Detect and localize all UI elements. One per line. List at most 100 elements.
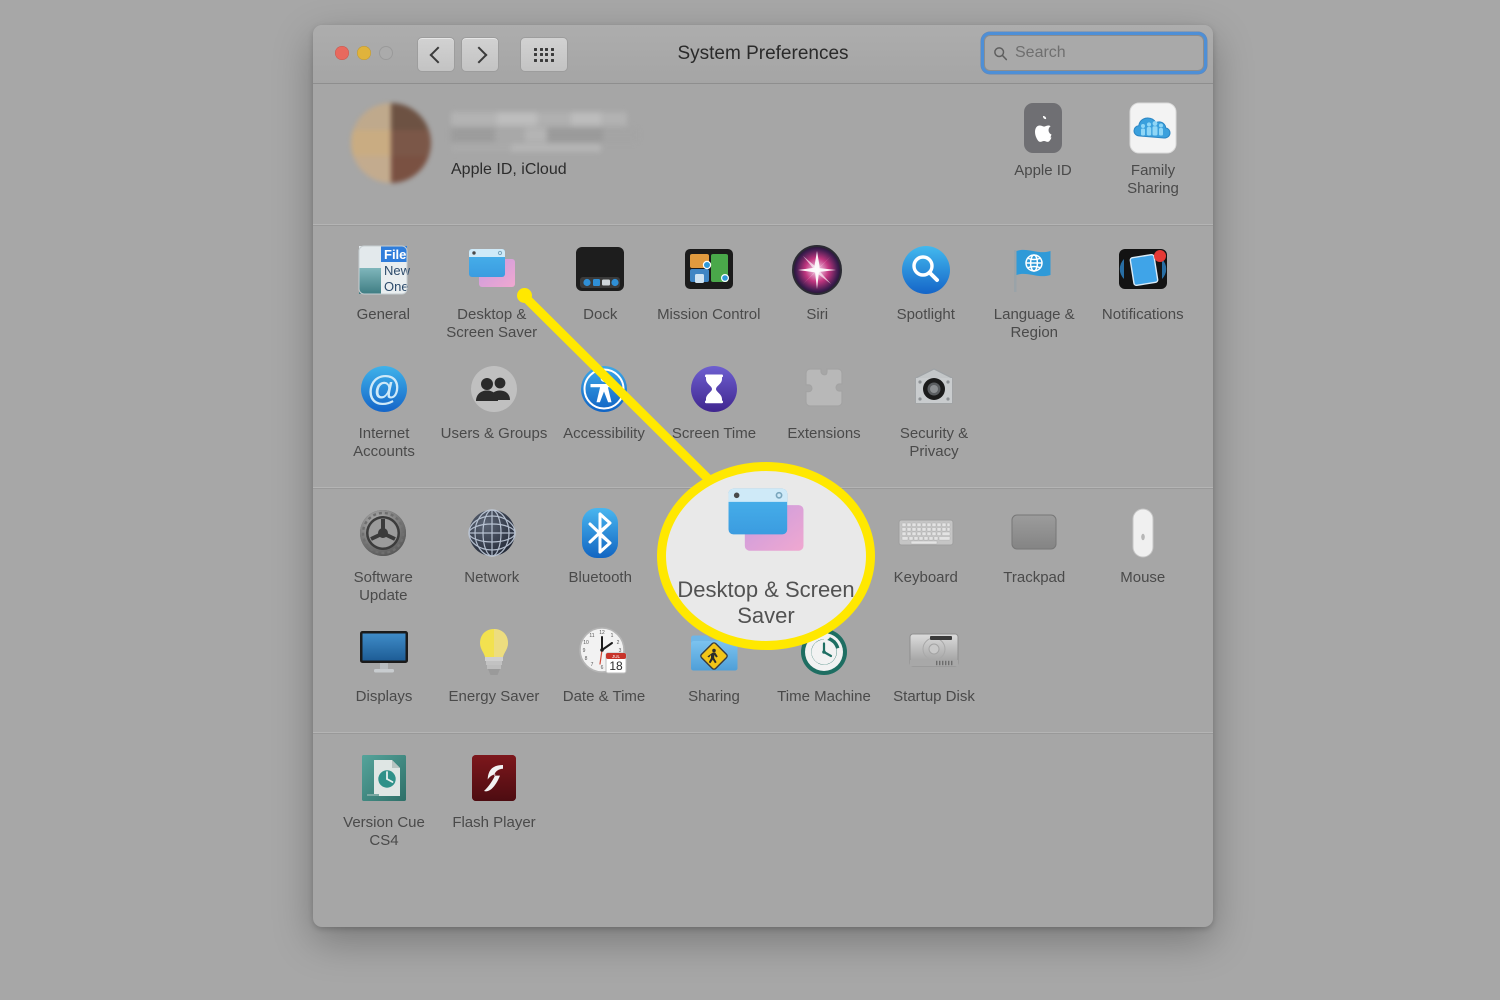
pane-label: Desktop & Screen Saver	[446, 306, 538, 342]
mouse-icon	[1089, 503, 1198, 563]
keyboard-icon	[872, 503, 981, 563]
mission-control-icon	[655, 240, 764, 300]
pref-pane-screen-time[interactable]: Screen Time	[659, 359, 769, 462]
icon-row: Version Cue CS4 Flash Player	[329, 748, 1197, 867]
date-time-icon: 1212 345 678 91011 JUL	[549, 622, 659, 682]
pref-pane-flash-player[interactable]: Flash Player	[439, 748, 549, 851]
pref-pane-extensions[interactable]: Extensions	[769, 359, 879, 462]
pane-label: Time Machine	[777, 687, 871, 705]
pref-pane-users-groups[interactable]: Users & Groups	[439, 359, 549, 462]
avatar[interactable]	[351, 103, 431, 183]
pref-pane-mission-control[interactable]: Mission Control	[655, 240, 764, 343]
callout-label: Desktop & Screen Saver	[677, 577, 855, 628]
svg-text:File: File	[384, 247, 406, 262]
network-icon	[438, 503, 547, 563]
screen-time-icon	[659, 359, 769, 419]
apple-logo-icon	[997, 98, 1089, 154]
pref-pane-network[interactable]: Network	[438, 503, 547, 606]
pane-label: Sharing	[688, 687, 740, 705]
pane-label: Siri	[806, 306, 829, 323]
svg-text:11: 11	[589, 633, 594, 639]
pref-pane-security-privacy[interactable]: Security & Privacy	[879, 359, 989, 462]
pane-label: Accessibility	[563, 424, 645, 442]
users-groups-icon	[439, 359, 549, 419]
icon-row: @ Internet Accounts Users & Groups Acces…	[329, 359, 1197, 478]
pref-pane-dock[interactable]: Dock	[546, 240, 655, 343]
siri-icon	[763, 240, 872, 300]
pane-label: General	[356, 306, 410, 323]
pane-label: Screen Time	[671, 424, 757, 442]
window-titlebar: System Preferences Search	[313, 25, 1213, 84]
svg-text:12: 12	[599, 630, 605, 636]
svg-text:10: 10	[583, 640, 589, 646]
section-personal: File New One General Desktop & Screen Sa…	[313, 226, 1213, 487]
pref-pane-trackpad[interactable]: Trackpad	[980, 503, 1089, 606]
internet-accounts-icon: @	[329, 359, 439, 419]
pane-label: Internet Accounts	[353, 424, 415, 460]
pane-label: Family Sharing	[1127, 162, 1179, 198]
trackpad-icon	[980, 503, 1089, 563]
pref-pane-keyboard[interactable]: Keyboard	[872, 503, 981, 606]
pref-pane-siri[interactable]: Siri	[763, 240, 872, 343]
dock-icon	[546, 240, 655, 300]
pane-label: Bluetooth	[568, 569, 632, 587]
pane-label: Startup Disk	[893, 687, 975, 705]
svg-text:2: 2	[617, 640, 620, 646]
language-region-icon	[980, 240, 1089, 300]
security-privacy-icon	[879, 359, 989, 419]
pref-pane-family-sharing[interactable]: Family Sharing	[1107, 98, 1199, 199]
search-field[interactable]: Search	[984, 35, 1204, 71]
pane-label: Flash Player	[452, 814, 536, 832]
family-cloud-icon	[1107, 98, 1199, 154]
callout-magnifier: Desktop & Screen Saver	[657, 462, 875, 650]
pref-pane-internet-accounts[interactable]: @ Internet Accounts	[329, 359, 439, 462]
pref-pane-date-time[interactable]: 1212 345 678 91011 JUL	[549, 622, 659, 706]
svg-text:7: 7	[591, 662, 594, 668]
pane-label: Language & Region	[993, 306, 1075, 342]
pane-label: Keyboard	[893, 569, 958, 587]
pane-label: Spotlight	[896, 306, 955, 323]
spotlight-icon	[872, 240, 981, 300]
svg-text:9: 9	[583, 648, 586, 654]
pref-pane-version-cue-cs4[interactable]: Version Cue CS4	[329, 748, 439, 851]
pref-pane-apple-id[interactable]: Apple ID	[997, 98, 1089, 199]
svg-text:One: One	[384, 279, 409, 294]
version-cue-icon	[329, 748, 439, 808]
pref-pane-energy-saver[interactable]: Energy Saver	[439, 622, 549, 706]
pref-pane-notifications[interactable]: Notifications	[1089, 240, 1198, 343]
energy-saver-icon	[439, 622, 549, 682]
svg-text:6: 6	[601, 665, 604, 671]
account-panes: Apple ID Family Sharing	[997, 98, 1199, 199]
pane-label: Energy Saver	[448, 687, 540, 705]
pref-pane-software-update[interactable]: Software Update	[329, 503, 438, 606]
desktop-screensaver-icon-zoomed	[718, 479, 814, 567]
pane-label: Mission Control	[657, 306, 761, 323]
extensions-icon	[769, 359, 879, 419]
notifications-icon	[1089, 240, 1198, 300]
pane-label: Network	[464, 569, 520, 587]
pref-pane-general[interactable]: File New One General	[329, 240, 438, 343]
pref-pane-language-region[interactable]: Language & Region	[980, 240, 1089, 343]
pane-label: Apple ID	[1014, 162, 1072, 179]
pane-label: Date & Time	[562, 687, 646, 705]
pref-pane-startup-disk[interactable]: Startup Disk	[879, 622, 989, 706]
svg-text:18: 18	[609, 659, 623, 673]
account-row[interactable]: Apple ID, iCloud Apple ID Family Sharing	[313, 84, 1213, 224]
pref-pane-displays[interactable]: Displays	[329, 622, 439, 706]
account-text: Apple ID, iCloud	[451, 112, 637, 179]
pref-pane-mouse[interactable]: Mouse	[1089, 503, 1198, 606]
account-subtitle: Apple ID, iCloud	[451, 161, 567, 178]
pref-pane-bluetooth[interactable]: Bluetooth	[546, 503, 655, 606]
account-name-redacted	[451, 112, 637, 152]
accessibility-icon	[549, 359, 659, 419]
flash-player-icon	[439, 748, 549, 808]
bluetooth-icon	[546, 503, 655, 563]
pane-label: Users & Groups	[440, 424, 548, 442]
software-update-icon	[329, 503, 438, 563]
pane-label: Notifications	[1101, 306, 1184, 323]
pref-pane-accessibility[interactable]: Accessibility	[549, 359, 659, 462]
callout-anchor-dot	[517, 288, 532, 303]
pane-label: Dock	[583, 306, 618, 323]
search-placeholder: Search	[1015, 44, 1066, 61]
pref-pane-spotlight[interactable]: Spotlight	[872, 240, 981, 343]
